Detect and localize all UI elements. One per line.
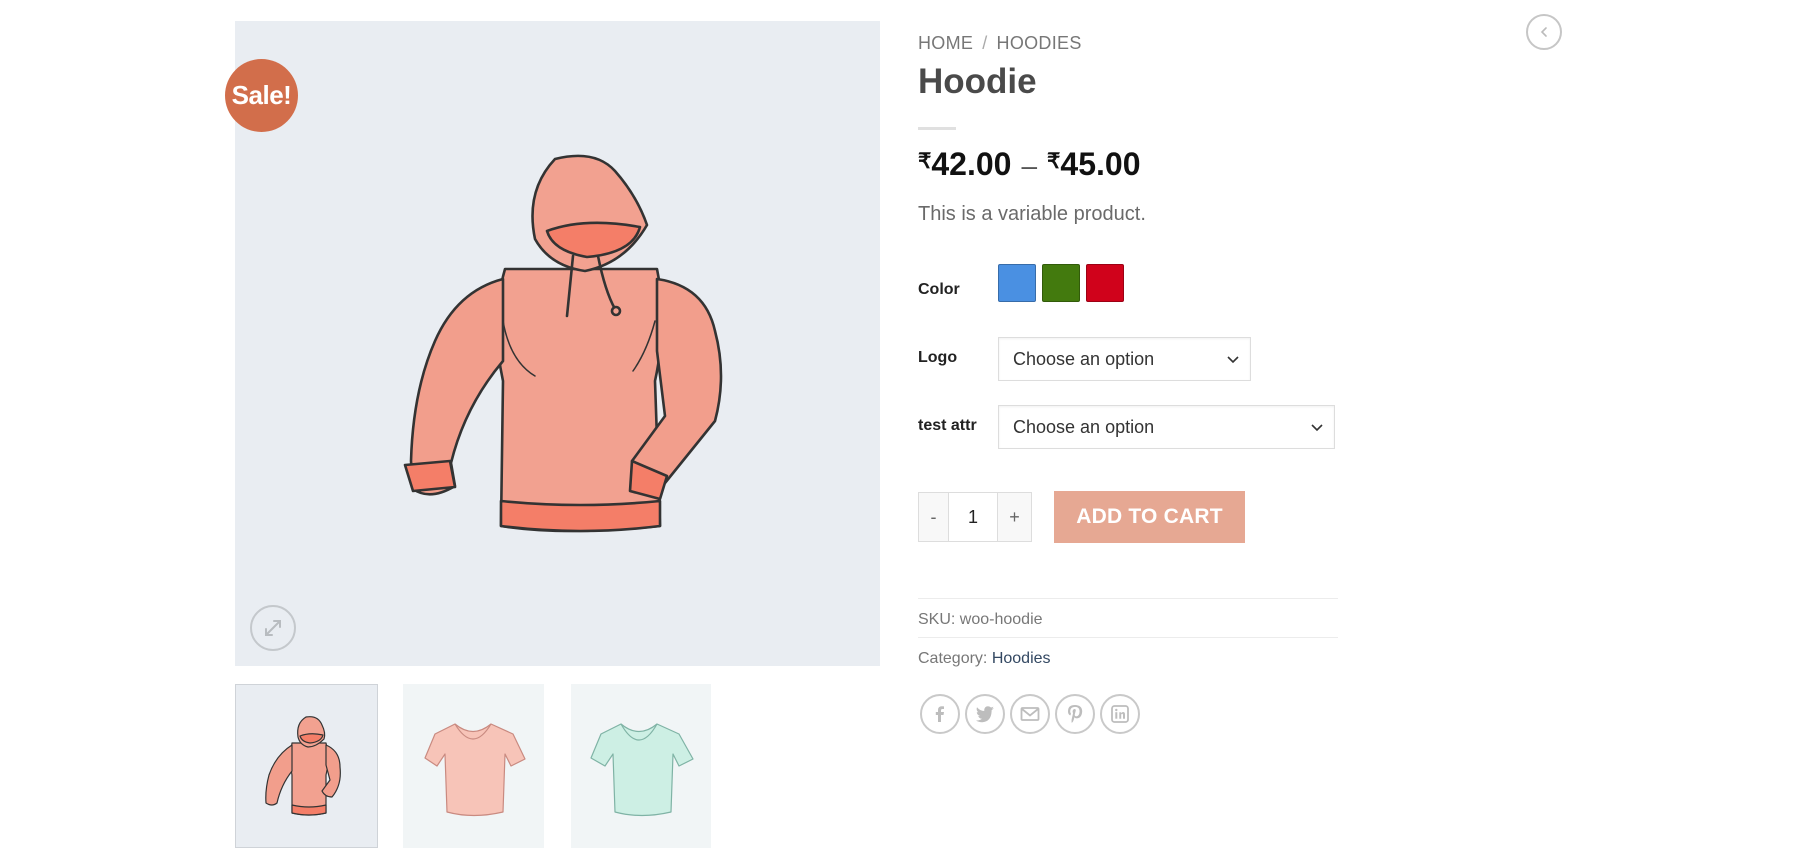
quantity-input[interactable]: 1: [949, 493, 997, 541]
breadcrumb: HOME / HOODIES: [918, 33, 1082, 54]
thumbnail-pink-tee[interactable]: [403, 684, 544, 848]
share-pinterest-button[interactable]: [1055, 694, 1095, 734]
email-icon: [1020, 707, 1040, 721]
logo-label: Logo: [918, 349, 958, 366]
test-attr-select-value: Choose an option: [1013, 416, 1155, 437]
add-to-cart-button[interactable]: ADD TO CART: [1054, 491, 1245, 543]
share-linkedin-button[interactable]: [1100, 694, 1140, 734]
chevron-left-icon: [1540, 27, 1547, 37]
product-title: Hoodie: [918, 62, 1037, 101]
price-dash: –: [1021, 150, 1038, 181]
tshirt-thumbnail-icon: [590, 723, 694, 817]
share-facebook-button[interactable]: [920, 694, 960, 734]
category-link[interactable]: Hoodies: [992, 650, 1051, 667]
main-product-image[interactable]: [235, 21, 880, 666]
meta-divider: [918, 637, 1338, 638]
currency-symbol: ₹: [1047, 150, 1061, 173]
facebook-icon: [935, 706, 944, 722]
color-swatch-red[interactable]: [1086, 264, 1124, 302]
currency-symbol: ₹: [918, 150, 932, 173]
short-description: This is a variable product.: [918, 203, 1146, 225]
title-divider: [918, 127, 956, 130]
tshirt-thumbnail-icon: [424, 723, 526, 817]
share-email-button[interactable]: [1010, 694, 1050, 734]
sku-line: SKU: woo-hoodie: [918, 611, 1043, 629]
price-max: 45.00: [1060, 146, 1141, 182]
logo-select-value: Choose an option: [1013, 348, 1155, 369]
breadcrumb-separator: /: [982, 33, 988, 53]
hoodie-image: [403, 154, 723, 533]
thumbnail-mint-tee[interactable]: [571, 684, 711, 848]
quantity-plus-button[interactable]: +: [997, 493, 1031, 541]
hoodie-thumbnail-icon: [265, 716, 341, 816]
color-swatch-green[interactable]: [1042, 264, 1080, 302]
logo-select[interactable]: Choose an option: [998, 337, 1251, 381]
twitter-icon: [976, 706, 994, 723]
sale-badge: Sale!: [225, 59, 298, 132]
test-attr-select[interactable]: Choose an option: [998, 405, 1335, 449]
category-line: Category: Hoodies: [918, 650, 1051, 668]
color-label: Color: [918, 281, 960, 298]
meta-divider: [918, 598, 1338, 599]
sku-label: SKU:: [918, 611, 956, 628]
share-twitter-button[interactable]: [965, 694, 1005, 734]
quantity-stepper: - 1 +: [918, 492, 1032, 542]
expand-icon: [265, 620, 281, 636]
linkedin-icon: [1111, 705, 1129, 723]
test-attr-label: test attr: [918, 417, 977, 434]
sku-value: woo-hoodie: [959, 611, 1043, 628]
pinterest-icon: [1068, 705, 1083, 723]
zoom-button[interactable]: [250, 605, 296, 651]
price-range: ₹42.00– ₹45.00: [918, 146, 1140, 183]
thumbnail-hoodie[interactable]: [235, 684, 378, 848]
price-min: 42.00: [931, 146, 1012, 182]
chevron-down-icon: [1311, 424, 1323, 432]
color-swatch-blue[interactable]: [998, 264, 1036, 302]
breadcrumb-home-link[interactable]: HOME: [918, 33, 973, 53]
breadcrumb-category-link[interactable]: HOODIES: [997, 33, 1082, 53]
chevron-down-icon: [1227, 356, 1239, 364]
quantity-minus-button[interactable]: -: [919, 493, 949, 541]
category-label: Category:: [918, 650, 988, 667]
previous-product-button[interactable]: [1526, 14, 1562, 50]
